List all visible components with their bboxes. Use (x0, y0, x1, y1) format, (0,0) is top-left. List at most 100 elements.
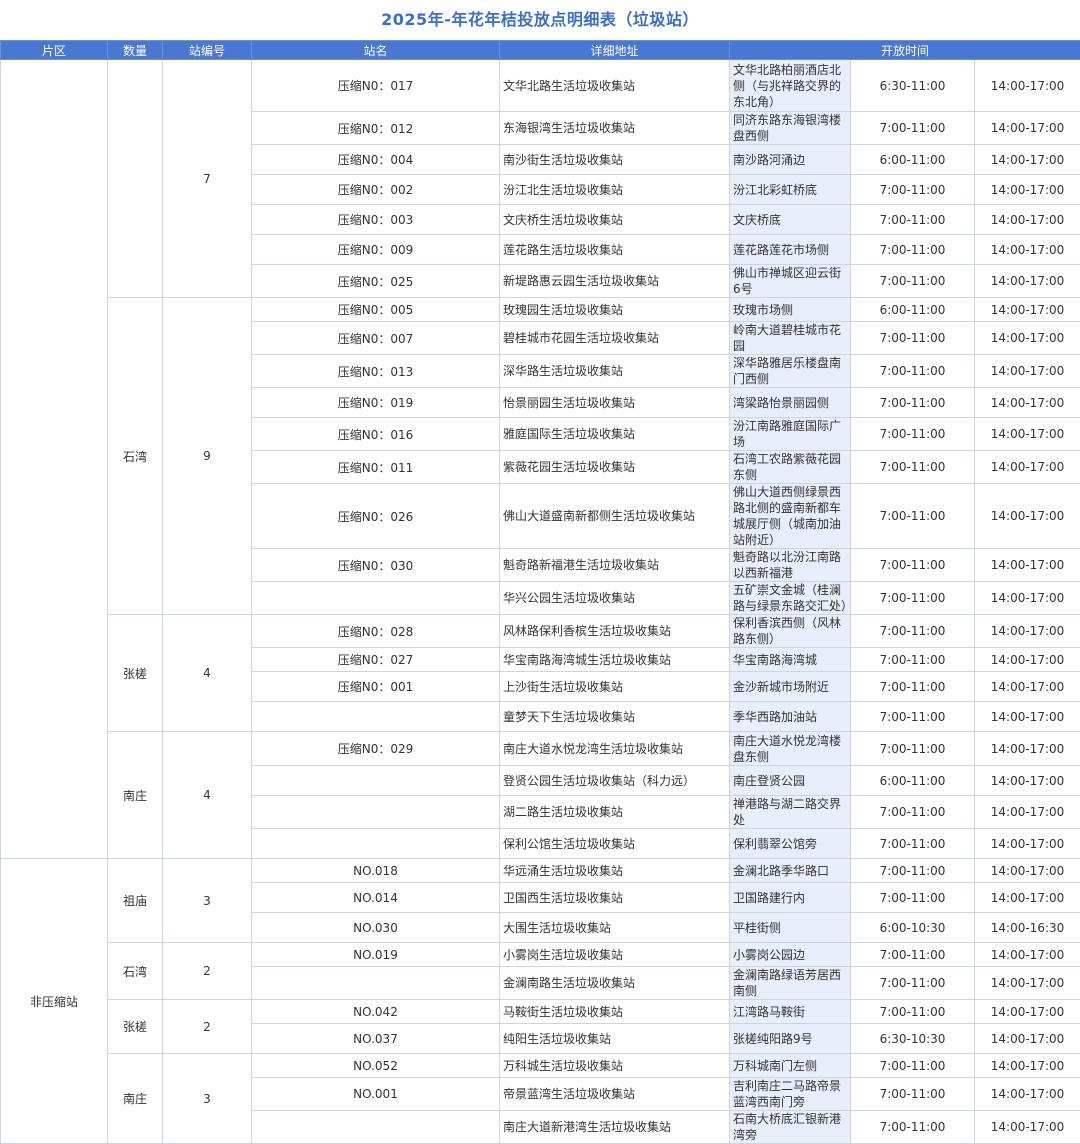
open-time-afternoon: 14:00-17:00 (975, 796, 1080, 829)
open-time-afternoon: 14:00-17:00 (975, 648, 1080, 672)
station-name: 马鞍街生活垃圾收集站 (500, 1000, 730, 1024)
open-time-afternoon: 14:00-17:00 (975, 418, 1080, 451)
open-time-afternoon: 14:00-17:00 (975, 235, 1080, 265)
station-address: 江湾路马鞍街 (730, 1000, 851, 1024)
station-address: 南庄大道水悦龙湾楼盘东侧 (730, 732, 851, 766)
col-header-address: 详细地址 (500, 41, 730, 60)
station-name: 南庄大道水悦龙湾生活垃圾收集站 (500, 732, 730, 766)
area-cell: 南庄 (108, 732, 163, 859)
open-time-morning: 7:00-11:00 (851, 582, 975, 615)
open-time-afternoon: 14:00-17:00 (975, 732, 1080, 766)
station-address: 金沙新城市场附近 (730, 672, 851, 702)
station-name: 南庄大道新港湾生活垃圾收集站 (500, 1111, 730, 1144)
open-time-morning: 7:00-11:00 (851, 1000, 975, 1024)
open-time-morning: 7:00-11:00 (851, 322, 975, 355)
open-time-afternoon: 14:00-17:00 (975, 322, 1080, 355)
open-time-morning: 7:00-11:00 (851, 235, 975, 265)
station-code: 压缩N0：007 (252, 322, 500, 355)
station-code: 压缩N0：016 (252, 418, 500, 451)
station-address: 金澜南路绿语芳居西南侧 (730, 967, 851, 1000)
table-row: 石湾2NO.019小雾岗生活垃圾收集站小雾岗公园边7:00-11:0014:00… (1, 943, 1080, 967)
open-time-morning: 7:00-11:00 (851, 732, 975, 766)
station-code (252, 766, 500, 796)
station-name: 万科城生活垃圾收集站 (500, 1054, 730, 1078)
station-name: 玫瑰园生活垃圾收集站 (500, 298, 730, 322)
area-cell: 石湾 (108, 298, 163, 615)
station-name: 怡景丽园生活垃圾收集站 (500, 388, 730, 418)
open-time-afternoon: 14:00-17:00 (975, 205, 1080, 235)
station-name: 上沙街生活垃圾收集站 (500, 672, 730, 702)
open-time-morning: 7:00-11:00 (851, 967, 975, 1000)
table-row: 非压缩站祖庙3NO.018华远涌生活垃圾收集站金澜北路季华路口7:00-11:0… (1, 859, 1080, 883)
station-address: 魁奇路以北汾江南路以西新福港 (730, 549, 851, 582)
open-time-morning: 7:00-11:00 (851, 829, 975, 859)
station-code: 压缩N0：013 (252, 355, 500, 388)
table-row: 张槎2NO.042马鞍街生活垃圾收集站江湾路马鞍街7:00-11:0014:00… (1, 1000, 1080, 1024)
category-cell: 非压缩站 (1, 859, 108, 1144)
station-address: 季华西路加油站 (730, 702, 851, 732)
table-row: 石湾9压缩N0：005玫瑰园生活垃圾收集站玫瑰市场侧6:00-11:0014:0… (1, 298, 1080, 322)
open-time-morning: 7:00-11:00 (851, 1078, 975, 1111)
count-cell: 4 (163, 732, 252, 859)
table-row: 南庄4压缩N0：029南庄大道水悦龙湾生活垃圾收集站南庄大道水悦龙湾楼盘东侧7:… (1, 732, 1080, 766)
open-time-afternoon: 14:00-17:00 (975, 60, 1080, 112)
open-time-afternoon: 14:00-17:00 (975, 484, 1080, 549)
station-address: 张槎纯阳路9号 (730, 1024, 851, 1054)
open-time-morning: 7:00-11:00 (851, 1111, 975, 1144)
station-name: 紫薇花园生活垃圾收集站 (500, 451, 730, 484)
station-code: 压缩N0：002 (252, 175, 500, 205)
station-address: 石南大桥底汇银新港湾旁 (730, 1111, 851, 1144)
station-address: 平桂街侧 (730, 913, 851, 943)
col-header-count: 数量 (108, 41, 163, 60)
count-cell: 3 (163, 859, 252, 943)
open-time-afternoon: 14:00-17:00 (975, 1024, 1080, 1054)
table-body: 7压缩N0：017文华北路生活垃圾收集站文华北路柏丽酒店北侧（与兆祥路交界的东北… (1, 60, 1080, 1144)
station-name: 大围生活垃圾收集站 (500, 913, 730, 943)
station-name: 小雾岗生活垃圾收集站 (500, 943, 730, 967)
open-time-morning: 7:00-11:00 (851, 943, 975, 967)
area-cell: 南庄 (108, 1054, 163, 1144)
station-name: 华兴公园生活垃圾收集站 (500, 582, 730, 615)
station-address: 保利香滨西侧（风林路东侧） (730, 615, 851, 648)
station-name: 碧桂城市花园生活垃圾收集站 (500, 322, 730, 355)
station-address: 文庆桥底 (730, 205, 851, 235)
station-code: 压缩N0：005 (252, 298, 500, 322)
station-code: 压缩N0：026 (252, 484, 500, 549)
open-time-morning: 6:00-10:30 (851, 913, 975, 943)
open-time-morning: 7:00-11:00 (851, 388, 975, 418)
open-time-morning: 6:00-11:00 (851, 145, 975, 175)
station-address: 佛山市禅城区迎云街6号 (730, 265, 851, 298)
station-address: 湾梁路怡景丽园侧 (730, 388, 851, 418)
open-time-morning: 7:00-11:00 (851, 859, 975, 883)
area-cell: 张槎 (108, 615, 163, 732)
col-header-code: 站编号 (163, 41, 252, 60)
count-cell: 4 (163, 615, 252, 732)
open-time-morning: 7:00-11:00 (851, 265, 975, 298)
station-address: 万科城南门左侧 (730, 1054, 851, 1078)
station-code (252, 582, 500, 615)
station-code: 压缩N0：011 (252, 451, 500, 484)
open-time-morning: 6:30-10:30 (851, 1024, 975, 1054)
open-time-afternoon: 14:00-17:00 (975, 672, 1080, 702)
station-name: 帝景蓝湾生活垃圾收集站 (500, 1078, 730, 1111)
open-time-afternoon: 14:00-17:00 (975, 549, 1080, 582)
station-code: 压缩N0：030 (252, 549, 500, 582)
open-time-morning: 7:00-11:00 (851, 648, 975, 672)
table-row: 张槎4压缩N0：028风林路保利香槟生活垃圾收集站保利香滨西侧（风林路东侧）7:… (1, 615, 1080, 648)
col-header-hours: 开放时间 (730, 41, 1080, 60)
station-code: 压缩N0：003 (252, 205, 500, 235)
open-time-morning: 7:00-11:00 (851, 355, 975, 388)
station-address: 保利翡翠公馆旁 (730, 829, 851, 859)
station-address: 小雾岗公园边 (730, 943, 851, 967)
station-name: 卫国西生活垃圾收集站 (500, 883, 730, 913)
open-time-morning: 7:00-11:00 (851, 615, 975, 648)
station-address: 文华北路柏丽酒店北侧（与兆祥路交界的东北角） (730, 60, 851, 112)
station-name: 保利公馆生活垃圾收集站 (500, 829, 730, 859)
open-time-afternoon: 14:00-17:00 (975, 451, 1080, 484)
station-address: 五矿崇文金城（桂澜路与绿景东路交汇处） (730, 582, 851, 615)
station-name: 童梦天下生活垃圾收集站 (500, 702, 730, 732)
category-cell (1, 60, 108, 859)
station-address: 禅港路与湖二路交界处 (730, 796, 851, 829)
station-name: 登贤公园生活垃圾收集站（科力远） (500, 766, 730, 796)
count-cell: 2 (163, 1000, 252, 1054)
